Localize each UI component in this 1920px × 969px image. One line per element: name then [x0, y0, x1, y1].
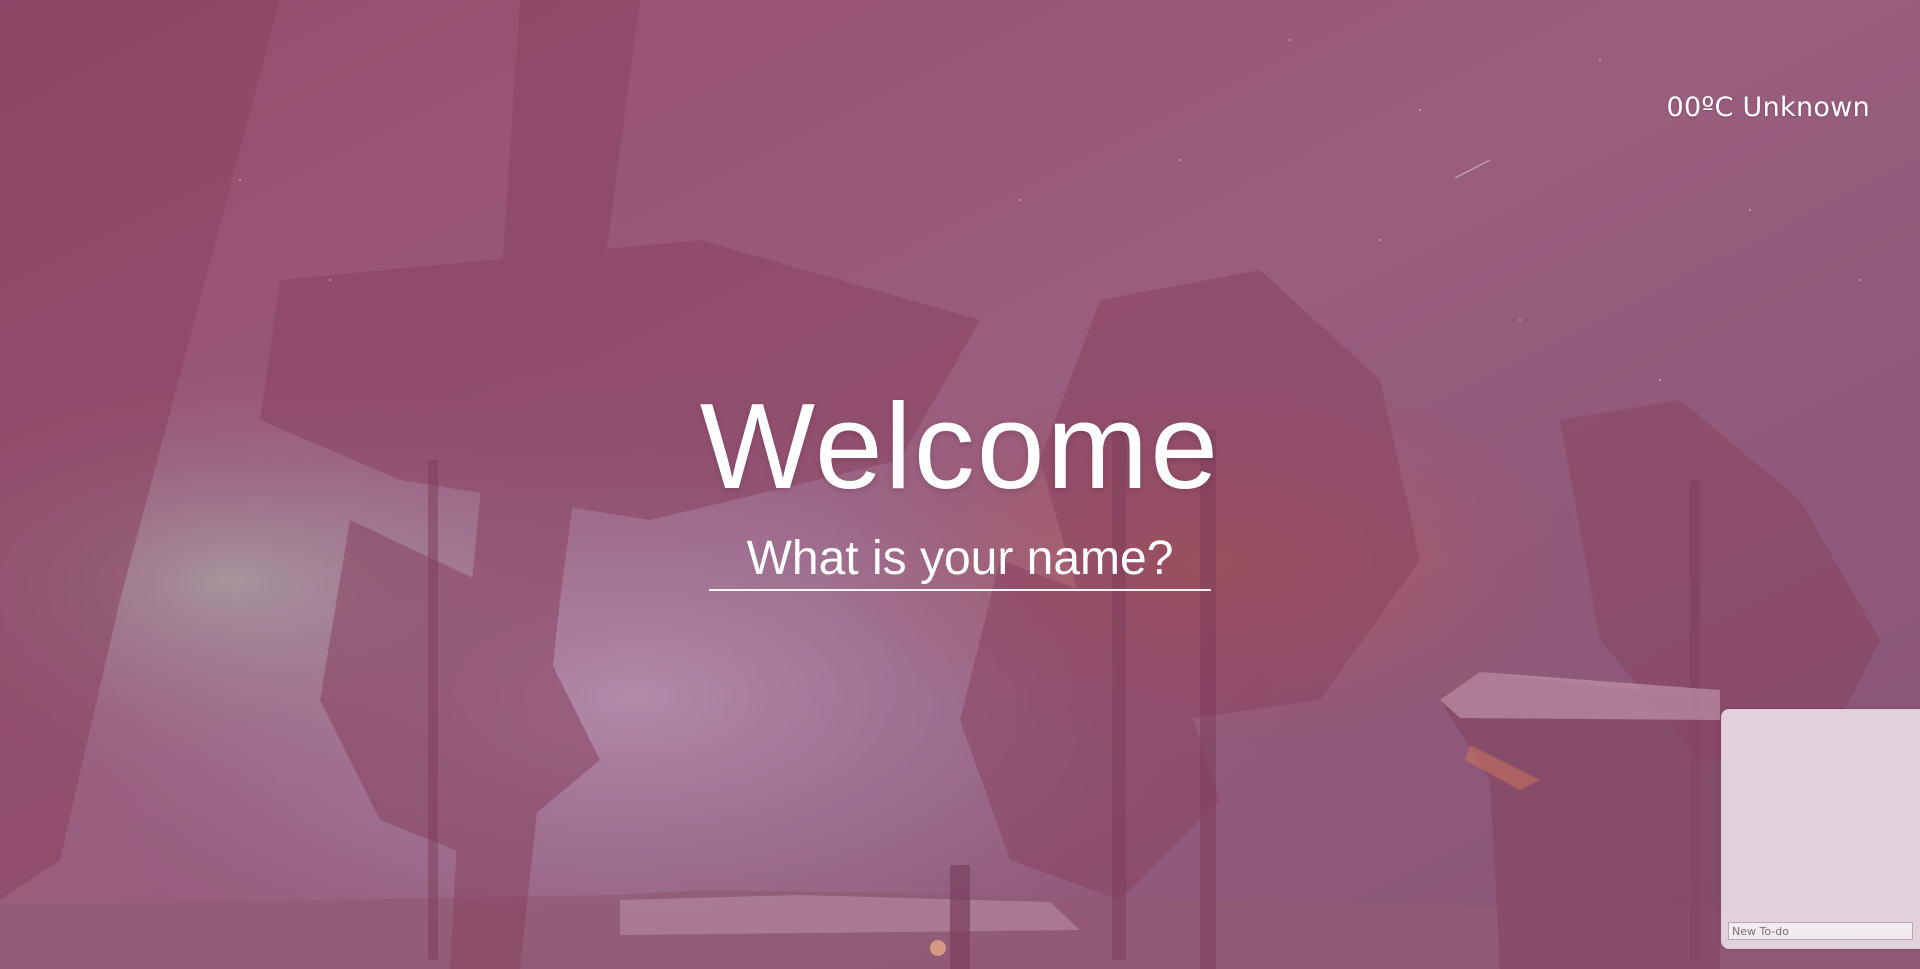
- weather-readout: 00ºC Unknown: [1666, 92, 1870, 123]
- greeting-section: Welcome: [0, 385, 1920, 591]
- welcome-heading: Welcome: [699, 378, 1221, 514]
- name-input[interactable]: [709, 533, 1211, 591]
- todo-list: [1722, 710, 1920, 910]
- name-field-wrapper: [709, 533, 1211, 591]
- new-todo-input[interactable]: [1728, 922, 1913, 940]
- todo-panel: [1721, 709, 1920, 949]
